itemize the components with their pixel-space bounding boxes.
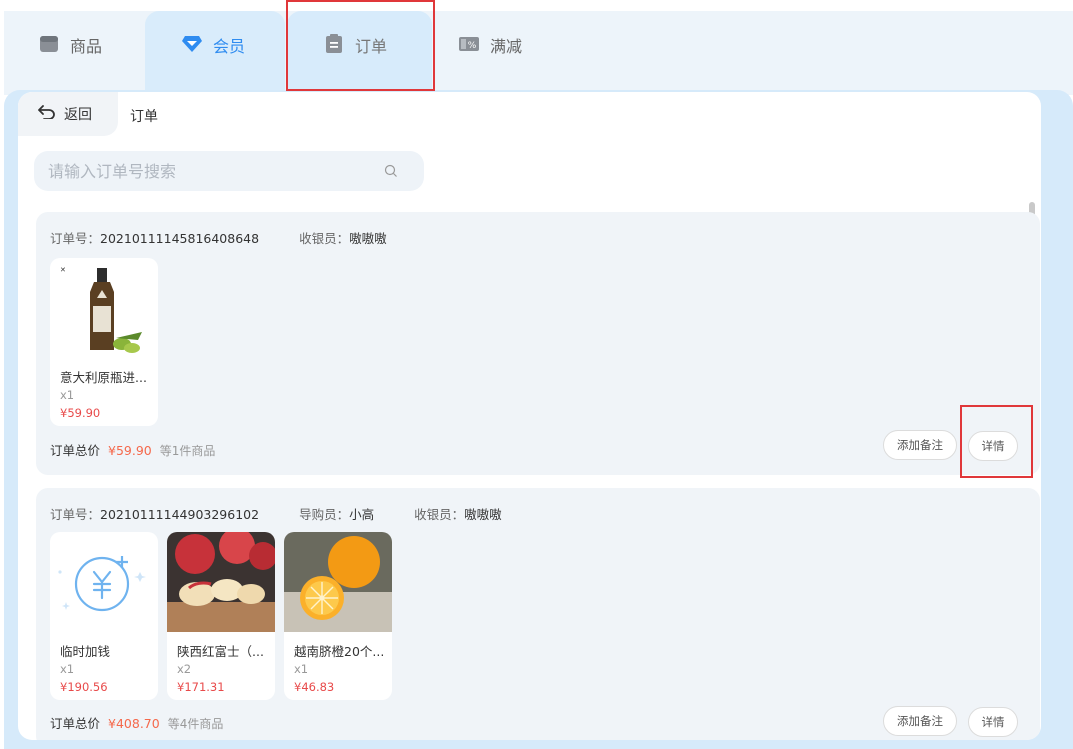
search-box <box>34 151 424 191</box>
order-meta: 订单号：20210111145816408648 收银员：嗷嗷嗷 <box>50 228 387 247</box>
search-icon[interactable] <box>384 163 398 182</box>
search-input[interactable] <box>48 161 378 181</box>
tab-member[interactable]: 会员 <box>145 11 285 95</box>
order-number: 订单号：20210111144903296102 <box>50 507 260 522</box>
orders-panel: 返回 订单 订单号：20210111145816408648 收银员：嗷嗷嗷 ✕ <box>18 92 1041 740</box>
yuan-plus-icon <box>50 532 158 632</box>
item-name: 越南脐橙20个... <box>294 644 385 659</box>
tab-discount[interactable]: % 满减 <box>458 11 578 95</box>
item-qty: x1 <box>294 662 309 676</box>
order-card: 订单号：20210111144903296102 导购员：小高 收银员：嗷嗷嗷 … <box>36 488 1040 740</box>
page-title: 订单 <box>130 109 158 125</box>
detail-button[interactable]: 详情 <box>968 707 1018 737</box>
svg-text:✕: ✕ <box>60 266 66 274</box>
item-price: ¥171.31 <box>177 680 225 694</box>
tab-discount-label: 满减 <box>490 37 523 56</box>
clipboard-icon <box>323 33 345 55</box>
tab-member-label: 会员 <box>213 37 246 56</box>
detail-button[interactable]: 详情 <box>968 431 1018 461</box>
red-apples-image <box>167 532 275 632</box>
item-name: 临时加钱 <box>60 644 111 659</box>
shopping-guide: 导购员：小高 <box>299 507 375 522</box>
item-qty: x1 <box>60 662 75 676</box>
cashier: 收银员：嗷嗷嗷 <box>299 231 387 246</box>
item-qty: x1 <box>60 388 75 402</box>
order-item[interactable]: 越南脐橙20个... x1 ¥46.83 <box>284 532 392 700</box>
diamond-icon <box>181 33 203 55</box>
order-meta: 订单号：20210111144903296102 导购员：小高 收银员：嗷嗷嗷 <box>50 504 502 523</box>
order-number: 订单号：20210111145816408648 <box>50 231 260 246</box>
item-qty: x2 <box>177 662 192 676</box>
order-item[interactable]: ✕ 意大利原瓶进... x1 ¥59.90 <box>50 258 158 426</box>
cashier: 收银员：嗷嗷嗷 <box>414 507 502 522</box>
back-button[interactable]: 返回 <box>18 92 118 136</box>
navel-oranges-image <box>284 532 392 632</box>
order-total: 订单总价 ¥59.90 等1件商品 <box>50 443 216 458</box>
item-price: ¥59.90 <box>60 406 101 420</box>
order-total: 订单总价 ¥408.70 等4件商品 <box>50 716 224 731</box>
back-label: 返回 <box>64 107 92 123</box>
tab-goods-label: 商品 <box>70 37 103 56</box>
tab-order-label: 订单 <box>355 37 388 56</box>
shopping-bag-icon <box>38 33 60 55</box>
top-tab-bar: 商品 会员 订单 % 满减 <box>4 11 1073 95</box>
svg-text:%: % <box>468 41 477 51</box>
tab-goods[interactable]: 商品 <box>38 11 148 95</box>
order-item[interactable]: 陕西红富士（... x2 ¥171.31 <box>167 532 275 700</box>
percent-tag-icon: % <box>458 33 480 55</box>
olive-oil-bottle-image: ✕ <box>50 258 158 358</box>
item-name: 意大利原瓶进... <box>60 370 147 385</box>
tab-order[interactable]: 订单 <box>287 11 432 95</box>
item-price: ¥46.83 <box>294 680 335 694</box>
order-item[interactable]: 临时加钱 x1 ¥190.56 <box>50 532 158 700</box>
undo-arrow-icon <box>38 105 56 123</box>
item-price: ¥190.56 <box>60 680 108 694</box>
add-note-button[interactable]: 添加备注 <box>883 706 957 736</box>
item-name: 陕西红富士（... <box>177 644 264 659</box>
order-card: 订单号：20210111145816408648 收银员：嗷嗷嗷 ✕ 意大利原瓶… <box>36 212 1040 475</box>
add-note-button[interactable]: 添加备注 <box>883 430 957 460</box>
